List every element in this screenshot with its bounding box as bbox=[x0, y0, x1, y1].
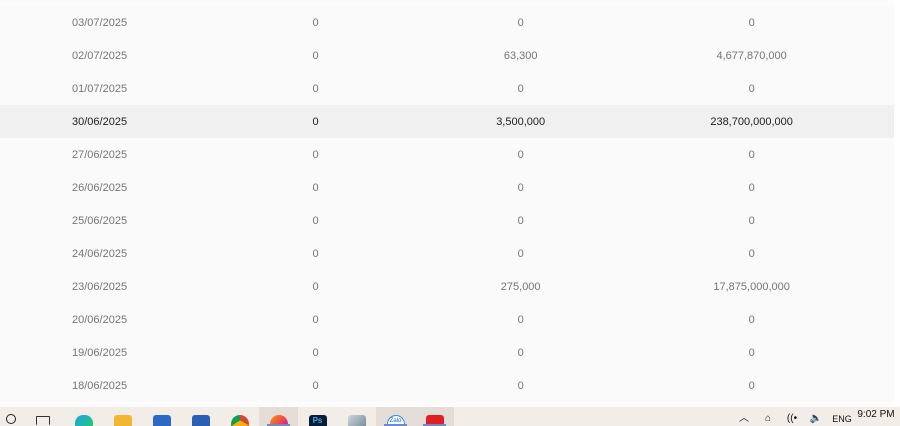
file-explorer-icon bbox=[113, 415, 132, 426]
edge-icon bbox=[74, 415, 93, 426]
value-cell-c: 0 bbox=[748, 181, 755, 194]
search-icon bbox=[6, 414, 16, 424]
zalo-icon: Zalo bbox=[386, 415, 405, 426]
table-row[interactable]: 30/06/2025 0 3,500,000 238,700,000,000 bbox=[0, 105, 894, 138]
table-row[interactable]: 19/06/2025 0 0 0 bbox=[0, 336, 894, 369]
search-button[interactable] bbox=[0, 407, 22, 426]
table-row[interactable]: 20/06/2025 0 0 0 bbox=[0, 303, 894, 336]
table-row[interactable]: 03/07/2025 0 0 0 bbox=[0, 6, 894, 39]
value-cell-c: 0 bbox=[748, 379, 755, 392]
value-cell-a: 0 bbox=[312, 82, 319, 95]
word-button[interactable] bbox=[181, 407, 220, 426]
zalo-button[interactable]: Zalo bbox=[376, 407, 415, 426]
photoshop-icon: Ps bbox=[308, 415, 327, 426]
data-table: 03/07/2025 0 0 0 02/07/2025 0 63,300 4,6… bbox=[0, 6, 894, 402]
value-cell-c: 0 bbox=[748, 313, 755, 326]
files-icon bbox=[347, 415, 366, 426]
date-cell: 03/07/2025 bbox=[72, 16, 128, 29]
task-view-icon bbox=[36, 416, 50, 425]
value-cell-a: 0 bbox=[312, 214, 319, 227]
firefox-button[interactable] bbox=[259, 407, 298, 426]
table-row[interactable]: 23/06/2025 0 275,000 17,875,000,000 bbox=[0, 270, 894, 303]
red-app-icon bbox=[425, 415, 444, 426]
photoshop-button[interactable]: Ps bbox=[298, 407, 337, 426]
value-cell-b: 63,300 bbox=[503, 49, 538, 62]
value-cell-b: 0 bbox=[517, 247, 524, 260]
date-cell: 25/06/2025 bbox=[72, 214, 128, 227]
value-cell-b: 0 bbox=[517, 82, 524, 95]
value-cell-c: 0 bbox=[748, 214, 755, 227]
firefox-icon bbox=[269, 415, 288, 426]
value-cell-b: 3,500,000 bbox=[496, 115, 546, 128]
taskbar: Ps Zalo ︿ ⌂ ((• 🔈 ENG 9:02 PM bbox=[0, 407, 900, 426]
table-row[interactable]: 01/07/2025 0 0 0 bbox=[0, 72, 894, 105]
value-cell-b: 0 bbox=[517, 379, 524, 392]
table-row[interactable]: 24/06/2025 0 0 0 bbox=[0, 237, 894, 270]
store-icon bbox=[152, 415, 171, 426]
table-row[interactable]: 27/06/2025 0 0 0 bbox=[0, 138, 894, 171]
window-edge bbox=[894, 0, 900, 407]
chrome-button[interactable] bbox=[220, 407, 259, 426]
value-cell-a: 0 bbox=[312, 181, 319, 194]
value-cell-b: 0 bbox=[517, 313, 524, 326]
wifi-icon[interactable]: ((• bbox=[780, 412, 804, 426]
value-cell-b: 275,000 bbox=[500, 280, 541, 293]
date-cell: 26/06/2025 bbox=[72, 181, 128, 194]
value-cell-a: 0 bbox=[312, 379, 319, 392]
language-indicator[interactable]: ENG bbox=[828, 412, 856, 426]
value-cell-c: 17,875,000,000 bbox=[713, 280, 790, 293]
date-cell: 30/06/2025 bbox=[72, 115, 128, 128]
value-cell-b: 0 bbox=[517, 16, 524, 29]
date-cell: 18/06/2025 bbox=[72, 379, 128, 392]
task-view-button[interactable] bbox=[22, 407, 64, 426]
value-cell-b: 0 bbox=[517, 214, 524, 227]
date-cell: 02/07/2025 bbox=[72, 49, 128, 62]
value-cell-a: 0 bbox=[312, 346, 319, 359]
word-icon bbox=[191, 415, 210, 426]
file-explorer-button[interactable] bbox=[103, 407, 142, 426]
value-cell-c: 238,700,000,000 bbox=[710, 115, 793, 128]
system-tray: ︿ ⌂ ((• 🔈 ENG 9:02 PM bbox=[732, 407, 900, 426]
store-button[interactable] bbox=[142, 407, 181, 426]
volume-icon[interactable]: 🔈 bbox=[804, 412, 828, 426]
value-cell-a: 0 bbox=[312, 148, 319, 161]
table-row[interactable]: 25/06/2025 0 0 0 bbox=[0, 204, 894, 237]
date-cell: 23/06/2025 bbox=[72, 280, 128, 293]
main-content: 03/07/2025 0 0 0 02/07/2025 0 63,300 4,6… bbox=[0, 0, 900, 407]
table-row[interactable]: 18/06/2025 0 0 0 bbox=[0, 369, 894, 402]
files-button[interactable] bbox=[337, 407, 376, 426]
value-cell-a: 0 bbox=[312, 313, 319, 326]
value-cell-c: 4,677,870,000 bbox=[716, 49, 787, 62]
value-cell-a: 0 bbox=[312, 247, 319, 260]
date-cell: 20/06/2025 bbox=[72, 313, 128, 326]
date-cell: 01/07/2025 bbox=[72, 82, 128, 95]
table-row[interactable]: 02/07/2025 0 63,300 4,677,870,000 bbox=[0, 39, 894, 72]
value-cell-c: 0 bbox=[748, 148, 755, 161]
taskbar-apps: Ps Zalo bbox=[0, 407, 454, 426]
date-cell: 19/06/2025 bbox=[72, 346, 128, 359]
value-cell-b: 0 bbox=[517, 148, 524, 161]
edge-button[interactable] bbox=[64, 407, 103, 426]
red-app-button[interactable] bbox=[415, 407, 454, 426]
network-icon[interactable]: ⌂ bbox=[756, 412, 780, 426]
value-cell-a: 0 bbox=[312, 16, 319, 29]
date-cell: 27/06/2025 bbox=[72, 148, 128, 161]
clock[interactable]: 9:02 PM bbox=[856, 409, 896, 421]
value-cell-b: 0 bbox=[517, 181, 524, 194]
value-cell-c: 0 bbox=[748, 16, 755, 29]
chrome-icon bbox=[230, 415, 249, 426]
date-cell: 24/06/2025 bbox=[72, 247, 128, 260]
value-cell-c: 0 bbox=[748, 346, 755, 359]
value-cell-b: 0 bbox=[517, 346, 524, 359]
value-cell-a: 0 bbox=[312, 49, 319, 62]
value-cell-a: 0 bbox=[312, 115, 319, 128]
value-cell-c: 0 bbox=[748, 82, 755, 95]
value-cell-a: 0 bbox=[312, 280, 319, 293]
table-row[interactable]: 26/06/2025 0 0 0 bbox=[0, 171, 894, 204]
chevron-up-icon[interactable]: ︿ bbox=[732, 412, 756, 426]
value-cell-c: 0 bbox=[748, 247, 755, 260]
